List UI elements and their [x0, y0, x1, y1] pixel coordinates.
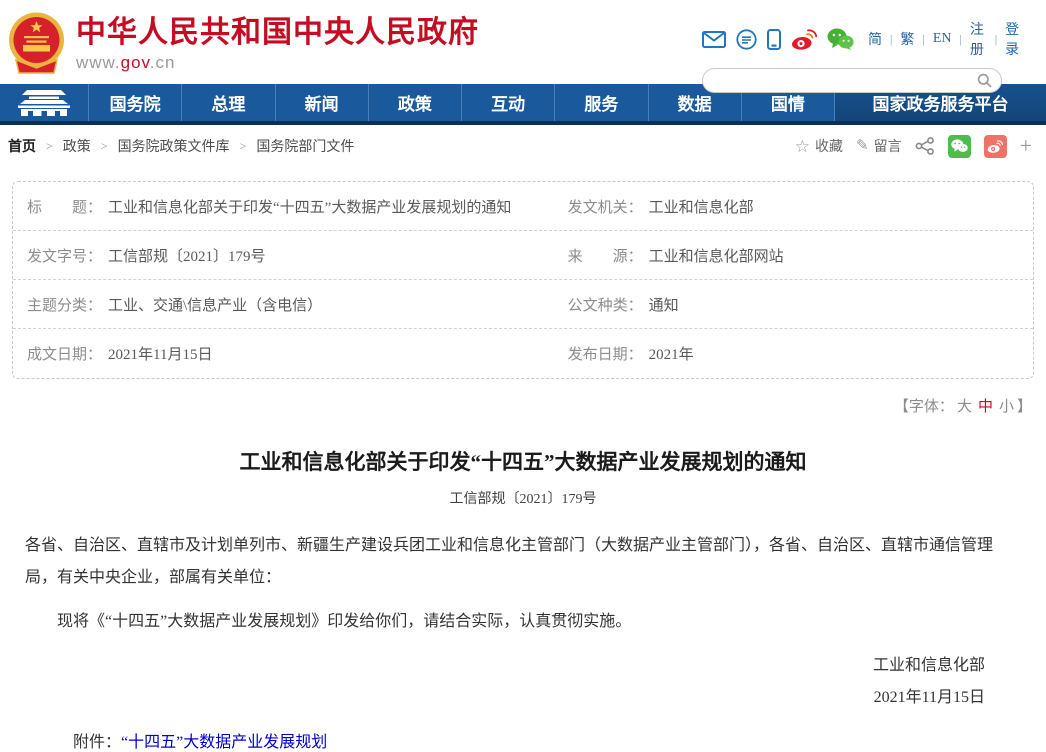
- breadcrumb-home[interactable]: 首页: [8, 136, 36, 156]
- comment-icon[interactable]: [736, 29, 757, 50]
- table-row: 发文字号： 工信部规〔2021〕179号 来 源： 工业和信息化部网站: [13, 231, 1033, 280]
- nav-item-services[interactable]: 服务: [554, 84, 647, 121]
- font-size-small[interactable]: 小: [999, 399, 1014, 415]
- pencil-icon: ✎: [856, 139, 869, 154]
- meta-category-cell: 主题分类： 工业、交通\信息产业（含电信）: [13, 294, 554, 315]
- breadcrumb-policy[interactable]: 政策: [63, 136, 91, 156]
- nav-home-tiananmen-icon[interactable]: [0, 84, 88, 121]
- login-link[interactable]: 登录: [1005, 19, 1022, 59]
- meta-category-value: 工业、交通\信息产业（含电信）: [108, 294, 322, 315]
- meta-issuer-cell: 发文机关： 工业和信息化部: [554, 196, 1033, 217]
- favorite-button[interactable]: ☆ 收藏: [795, 136, 843, 156]
- sign-date: 2021年11月15日: [25, 682, 985, 714]
- article-paragraph-body: 现将《“十四五”大数据产业发展规划》印发给你们，请结合实际，认真贯彻实施。: [25, 606, 1021, 638]
- search-box: [702, 68, 1002, 93]
- lang-traditional-link[interactable]: 繁: [900, 29, 914, 49]
- article-doc-number: 工信部规〔2021〕179号: [25, 488, 1021, 508]
- search-icon[interactable]: [977, 73, 992, 93]
- meta-number-value: 工信部规〔2021〕179号: [108, 245, 266, 266]
- header-utilities: 简 | 繁 | EN | 注册 | 登录: [702, 19, 1022, 93]
- article: 工业和信息化部关于印发“十四五”大数据产业发展规划的通知 工信部规〔2021〕1…: [0, 446, 1046, 752]
- article-paragraph-addressees: 各省、自治区、直辖市及计划单列市、新疆生产建设兵团工业和信息化主管部门（大数据产…: [25, 530, 1021, 594]
- table-row: 主题分类： 工业、交通\信息产业（含电信） 公文种类： 通知: [13, 280, 1033, 329]
- header-icon-row: 简 | 繁 | EN | 注册 | 登录: [702, 19, 1022, 59]
- wechat-icon[interactable]: [827, 28, 854, 50]
- meta-title-cell: 标 题： 工业和信息化部关于印发“十四五”大数据产业发展规划的通知: [13, 196, 554, 217]
- meta-issuer-value: 工业和信息化部: [649, 196, 754, 217]
- wechat-share-button[interactable]: [948, 135, 971, 158]
- weibo-share-button[interactable]: [984, 135, 1007, 158]
- nav-item-interaction[interactable]: 互动: [461, 84, 554, 121]
- site-header: 中华人民共和国中央人民政府 www.gov.cn: [0, 0, 1046, 84]
- meta-written-date-cell: 成文日期： 2021年11月15日: [13, 343, 554, 364]
- mobile-icon[interactable]: [767, 29, 781, 50]
- search-input[interactable]: [715, 71, 965, 90]
- star-icon: ☆: [795, 138, 810, 155]
- national-emblem-icon: [8, 11, 65, 74]
- meta-doctype-value: 通知: [649, 294, 679, 315]
- meta-number-cell: 发文字号： 工信部规〔2021〕179号: [13, 245, 554, 266]
- nav-item-state-council[interactable]: 国务院: [88, 84, 181, 121]
- weibo-icon[interactable]: [791, 29, 817, 50]
- meta-written-date-value: 2021年11月15日: [108, 343, 212, 364]
- font-size-medium[interactable]: 中: [978, 399, 993, 415]
- site-identity: 中华人民共和国中央人民政府 www.gov.cn: [76, 11, 479, 73]
- signature-block: 工业和信息化部 2021年11月15日: [25, 650, 1021, 714]
- meta-written-date-label: 成文日期：: [27, 343, 102, 364]
- register-link[interactable]: 注册: [970, 19, 987, 59]
- site-title: 中华人民共和国中央人民政府: [76, 16, 479, 49]
- meta-source-cell: 来 源： 工业和信息化部网站: [554, 245, 1033, 266]
- meta-title-label: 标 题：: [27, 196, 102, 217]
- meta-published-date-label: 发布日期：: [568, 343, 643, 364]
- attachment-link[interactable]: “十四五”大数据产业发展规划: [121, 734, 327, 751]
- nav-item-premier[interactable]: 总理: [181, 84, 274, 121]
- meta-title-value: 工业和信息化部关于印发“十四五”大数据产业发展规划的通知: [108, 196, 511, 217]
- table-row: 标 题： 工业和信息化部关于印发“十四五”大数据产业发展规划的通知 发文机关： …: [13, 182, 1033, 231]
- meta-number-label: 发文字号：: [27, 245, 102, 266]
- signer: 工业和信息化部: [25, 650, 985, 682]
- mail-icon[interactable]: [702, 31, 726, 48]
- document-meta-table: 标 题： 工业和信息化部关于印发“十四五”大数据产业发展规划的通知 发文机关： …: [12, 181, 1034, 379]
- wechat-share-icon: [951, 139, 968, 153]
- more-share-button[interactable]: +: [1020, 135, 1032, 157]
- attachment-row: 附件：“十四五”大数据产业发展规划: [25, 728, 1021, 752]
- nav-item-news[interactable]: 新闻: [275, 84, 368, 121]
- nav-bottom-strip: [0, 121, 1046, 125]
- meta-source-label: 来 源：: [568, 245, 643, 266]
- lang-english-link[interactable]: EN: [933, 31, 952, 47]
- meta-source-value: 工业和信息化部网站: [649, 245, 784, 266]
- lang-simplified-link[interactable]: 简: [868, 29, 882, 49]
- share-icon: [915, 137, 935, 155]
- font-size-selector: 【字体：大中小】: [0, 395, 1046, 416]
- weibo-share-icon: [987, 140, 1003, 153]
- meta-category-label: 主题分类：: [27, 294, 102, 315]
- article-title: 工业和信息化部关于印发“十四五”大数据产业发展规划的通知: [25, 446, 1021, 476]
- page-actions: ☆ 收藏 ✎ 留言: [795, 135, 1032, 158]
- meta-doctype-label: 公文种类：: [568, 294, 643, 315]
- share-button[interactable]: [915, 137, 935, 155]
- meta-doctype-cell: 公文种类： 通知: [554, 294, 1033, 315]
- breadcrumb: 首页 > 政策 > 国务院政策文件库 > 国务院部门文件: [8, 136, 354, 156]
- attachment-label: 附件：: [73, 734, 121, 751]
- breadcrumb-policy-library[interactable]: 国务院政策文件库: [118, 136, 230, 156]
- meta-published-date-value: 2021年: [649, 343, 694, 364]
- site-url: www.gov.cn: [76, 53, 479, 73]
- breadcrumb-row: 首页 > 政策 > 国务院政策文件库 > 国务院部门文件 ☆ 收藏 ✎ 留言: [0, 129, 1046, 163]
- font-size-large[interactable]: 大: [957, 399, 972, 415]
- meta-issuer-label: 发文机关：: [568, 196, 643, 217]
- breadcrumb-department-documents[interactable]: 国务院部门文件: [256, 136, 354, 156]
- table-row: 成文日期： 2021年11月15日 发布日期： 2021年: [13, 329, 1033, 378]
- nav-item-policy[interactable]: 政策: [368, 84, 461, 121]
- message-button[interactable]: ✎ 留言: [856, 136, 902, 156]
- meta-published-date-cell: 发布日期： 2021年: [554, 343, 1033, 364]
- site-logo[interactable]: 中华人民共和国中央人民政府 www.gov.cn: [8, 11, 479, 74]
- language-links: 简 | 繁 | EN | 注册 | 登录: [868, 19, 1022, 59]
